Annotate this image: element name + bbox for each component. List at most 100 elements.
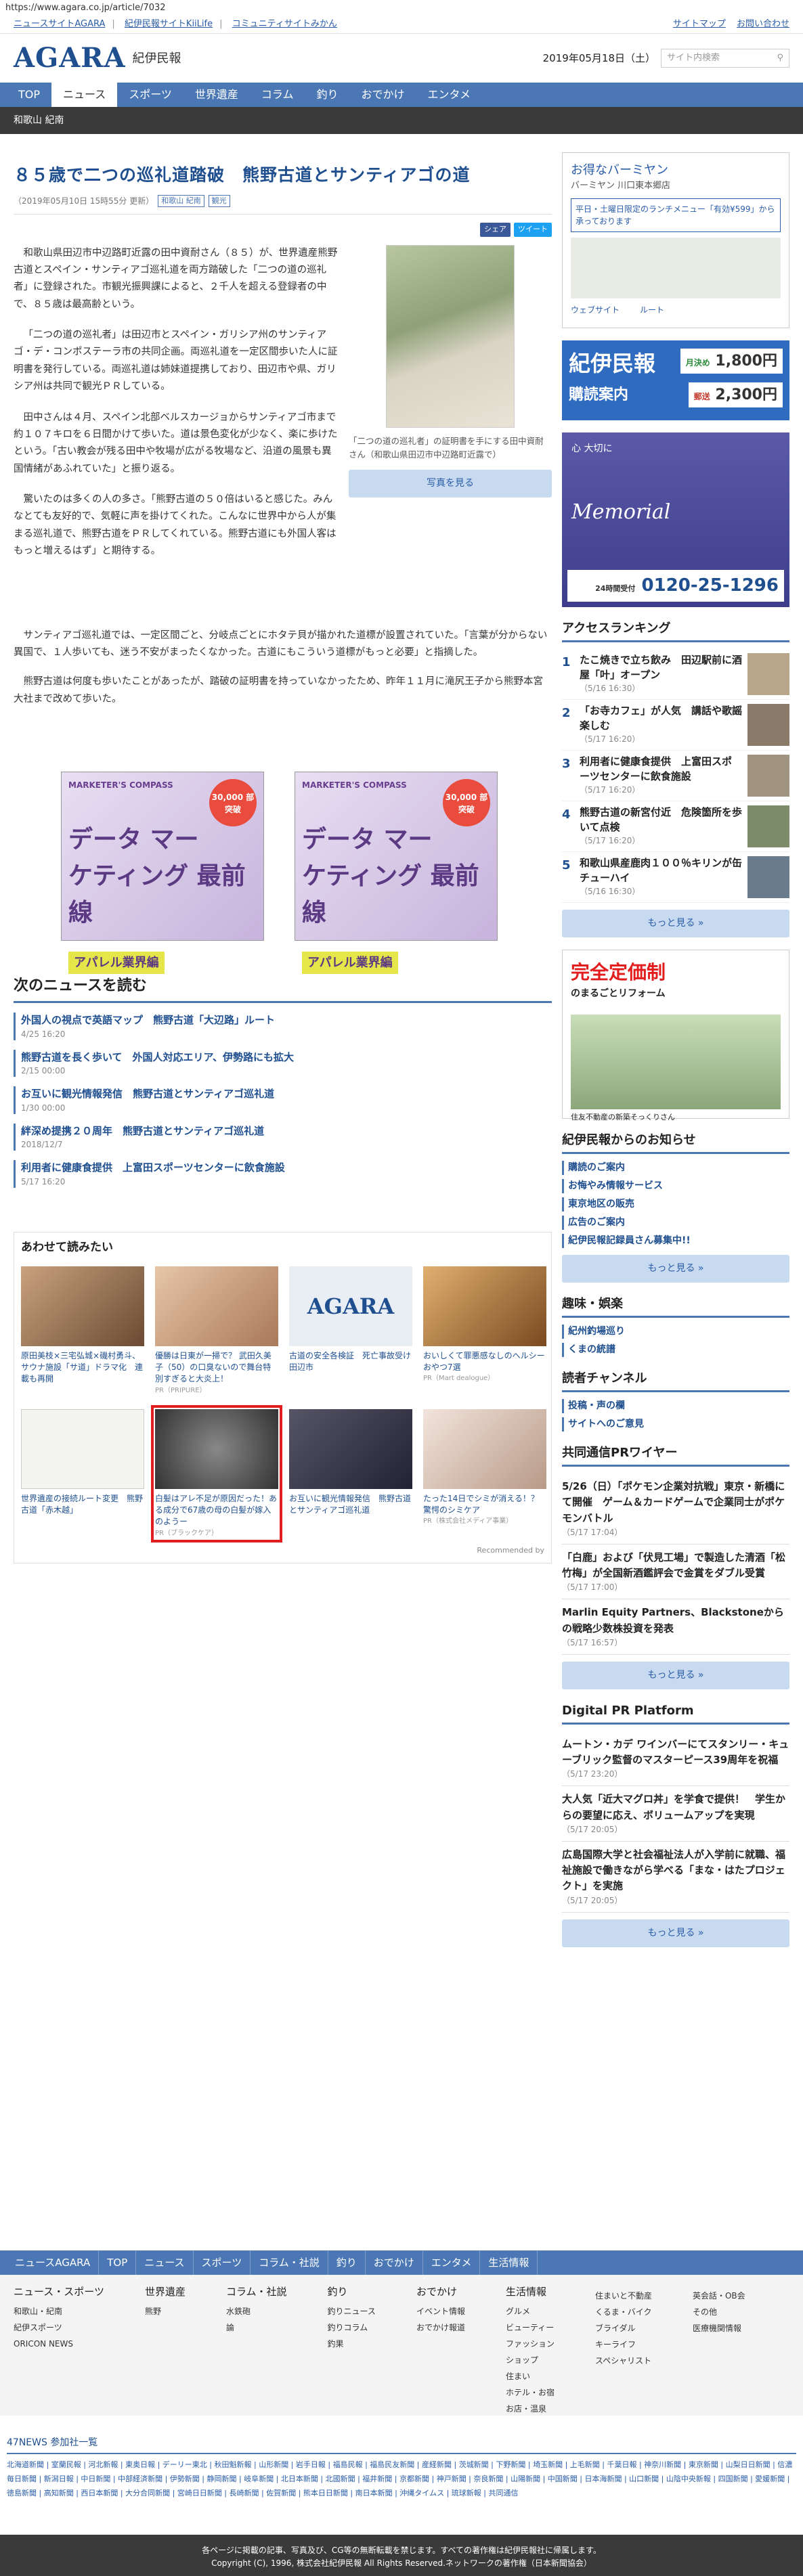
pr-item[interactable]: 5/26（日）「ポケモン企業対抗戦」東京・新橋にて開催 ゲーム＆カードゲームで企… xyxy=(562,1473,789,1545)
footer-link[interactable]: ORICON NEWS xyxy=(14,2338,104,2350)
search-input[interactable]: サイト内検索 ⚲ xyxy=(661,49,789,68)
nav-entertainment[interactable]: エンタメ xyxy=(416,83,482,107)
footer-link[interactable]: 和歌山・紀南 xyxy=(14,2305,104,2317)
footer-nav-item[interactable]: おでかけ xyxy=(366,2250,423,2275)
footer-link[interactable]: スペシャリスト xyxy=(595,2355,652,2367)
website-button[interactable]: ウェブサイト xyxy=(571,304,620,316)
notice-more-button[interactable]: もっと見る » xyxy=(562,1255,789,1283)
recommend-card[interactable]: 優勝は日東が一掃で？ 武田久美子（50）の口臭ないので舞台特別すぎると大炎上！ P… xyxy=(155,1266,278,1396)
nav-column[interactable]: コラム xyxy=(250,83,305,107)
link-agara[interactable]: ニュースサイトAGARA xyxy=(14,19,105,29)
ranking-item[interactable]: 5 和歌山県産鹿肉１００％キリンが缶チューハイ （5/16 16:30） xyxy=(562,852,789,903)
site-logo[interactable]: AGARA 紀伊民報 xyxy=(14,38,181,79)
inquiry-link[interactable]: お問い合わせ xyxy=(737,19,789,29)
recommend-card-highlighted[interactable]: 白髪はアレ不足が原因だった！ある成分で67歳の母の白髪が嫁入のようー PR（ブラッ… xyxy=(151,1404,282,1542)
next-news-item[interactable]: 絆深め提携２０周年 熊野古道とサンティアゴ巡礼道 2018/12/7 xyxy=(14,1123,552,1151)
footer-link[interactable]: 住まい xyxy=(506,2370,555,2382)
notice-link[interactable]: 購読のご案内 xyxy=(562,1161,789,1175)
link-kiilife[interactable]: 紀伊民報サイトKiiLife xyxy=(125,19,213,29)
footer-link[interactable]: 釣りコラム xyxy=(328,2322,376,2334)
footer-link[interactable]: 英会話・OB会 xyxy=(693,2290,745,2302)
next-news-item[interactable]: 利用者に健康食提供 上富田スポーツセンターに飲食施設 5/17 16:20 xyxy=(14,1160,552,1188)
footer-link[interactable]: ショップ xyxy=(506,2354,555,2366)
dpr-item[interactable]: 大人気「近大マグロ丼」を学食で提供！ 学生からの要望に応え、ボリュームアップを実… xyxy=(562,1786,789,1842)
footer-link[interactable]: 水鉄砲 xyxy=(226,2305,287,2317)
notice-link[interactable]: お悔やみ情報サービス xyxy=(562,1179,789,1193)
footer-link[interactable]: ブライダル xyxy=(595,2322,652,2334)
footer-link[interactable]: 釣りニュース xyxy=(328,2305,376,2317)
nav-top[interactable]: TOP xyxy=(7,83,51,107)
footer-link[interactable]: 熊野 xyxy=(145,2305,186,2317)
footer-nav-item[interactable]: スポーツ xyxy=(194,2250,251,2275)
footer-link[interactable]: その他 xyxy=(693,2306,745,2318)
sitemap-link[interactable]: サイトマップ xyxy=(673,19,726,29)
subscription-ad[interactable]: 紀伊民報 購読案内 月決め 1,800円 郵送 2,300円 xyxy=(562,340,789,420)
twitter-share-button[interactable]: ツイート xyxy=(514,223,552,237)
map-ad[interactable]: お得なバーミヤン バーミヤン 川口東本郷店 平日・土曜日限定のランチメニュー「有… xyxy=(562,152,789,328)
nav-fishing[interactable]: 釣り xyxy=(305,83,349,107)
footer-nav-item[interactable]: ニュースAGARA xyxy=(7,2250,100,2275)
footer-link[interactable]: キーライフ xyxy=(595,2338,652,2351)
recommend-card[interactable]: 原田美枝×三宅弘城×磯村勇斗、サウナ施設「サ道」ドラマ化 連載も再開 xyxy=(21,1266,144,1396)
footer-link[interactable]: 紀伊スポーツ xyxy=(14,2322,104,2334)
footer-nav-item[interactable]: 生活情報 xyxy=(480,2250,538,2275)
ranking-item[interactable]: 2 「お寺カフェ」が人気 講話や歌謡楽しむ （5/17 16:20） xyxy=(562,700,789,751)
tag-tourism[interactable]: 観光 xyxy=(208,194,230,207)
recommend-card[interactable]: お互いに観光情報発信 熊野古道とサンティアゴ巡礼道 xyxy=(289,1408,412,1538)
footer-link[interactable]: イベント情報 xyxy=(416,2305,465,2317)
notice-link[interactable]: 東京地区の販売 xyxy=(562,1197,789,1212)
dpr-item[interactable]: ムートン・カデ ワインバーにてスタンリー・キューブリック監督のマスターピース39… xyxy=(562,1731,789,1787)
footer-nav-item[interactable]: コラム・社説 xyxy=(251,2250,328,2275)
search-icon[interactable]: ⚲ xyxy=(777,51,783,65)
ranking-item[interactable]: 4 熊野古道の新宮付近 危険箇所を歩いて点検 （5/17 16:20） xyxy=(562,801,789,852)
next-news-item[interactable]: お互いに観光情報発信 熊野古道とサンティアゴ巡礼道 1/30 00:00 xyxy=(14,1086,552,1114)
recommend-card[interactable]: 世界遺産の接続ルート変更 熊野古道「赤木越」 xyxy=(21,1408,144,1538)
nav-news[interactable]: ニュース xyxy=(51,83,118,107)
next-news-item[interactable]: 熊野古道を長く歩いて 外国人対応エリア、伊勢路にも拡大 2/15 00:00 xyxy=(14,1049,552,1077)
dpr-item[interactable]: 広島国際大学と社会福祉法人が入学前に就職、福祉施設で働きながら学べる「まな・はた… xyxy=(562,1842,789,1913)
reform-ad[interactable]: 完全定価制 のまるごとリフォーム 住友不動産の新築そっくりさん xyxy=(562,950,789,1122)
next-news-item[interactable]: 外国人の視点で英語マップ 熊野古道「大辺路」ルート 4/25 16:20 xyxy=(14,1013,552,1040)
recommend-card[interactable]: おいしくて罪悪感なしのヘルシーおやつ7選 PR（Mart dealogue） xyxy=(423,1266,546,1396)
reader-link[interactable]: 投稿・声の欄 xyxy=(562,1399,789,1413)
route-button[interactable]: ルート xyxy=(640,304,664,316)
footer-link[interactable]: 医療機関情報 xyxy=(693,2322,745,2334)
recommend-card[interactable]: AGARA 古道の安全各検証 死亡事故受け田辺市 xyxy=(289,1266,412,1396)
footer-link[interactable]: お店・温泉 xyxy=(506,2403,555,2415)
footer-nav-item[interactable]: TOP xyxy=(99,2250,137,2275)
footer-nav-item[interactable]: ニュース xyxy=(136,2250,194,2275)
memorial-ad[interactable]: 心 大切に Memorial 24時間受付 0120-25-1296 xyxy=(562,432,789,607)
47news-heading[interactable]: 47NEWS 参加社一覧 xyxy=(7,2433,796,2454)
article-photo[interactable] xyxy=(386,244,515,428)
notice-link[interactable]: 広告のご案内 xyxy=(562,1216,789,1230)
footer-link[interactable]: くるま・バイク xyxy=(595,2306,652,2318)
footer-link[interactable]: おでかけ報道 xyxy=(416,2322,465,2334)
ad-banner[interactable]: 30,000 部突破 MARKETER'S COMPASS データ マーケティン… xyxy=(295,772,498,974)
notice-link[interactable]: 紀伊民報記録員さん募集中!! xyxy=(562,1234,789,1248)
pr-more-button[interactable]: もっと見る » xyxy=(562,1661,789,1689)
footer-link[interactable]: 住まいと不動産 xyxy=(595,2290,652,2302)
recommend-card[interactable]: たった14日でシミが消える！？驚愕のシミケア PR（株式会社メディア事業） xyxy=(423,1408,546,1538)
ranking-item[interactable]: 1 たこ焼きで立ち飲み 田辺駅前に酒屋「叶」オープン （5/16 16:30） xyxy=(562,649,789,700)
tag-region[interactable]: 和歌山 紀南 xyxy=(158,194,204,207)
subnav-item[interactable]: 和歌山 紀南 xyxy=(14,115,64,126)
footer-link[interactable]: ホテル・お宿 xyxy=(506,2386,555,2399)
footer-link[interactable]: ビューティー xyxy=(506,2322,555,2334)
nav-sports[interactable]: スポーツ xyxy=(117,83,183,107)
footer-link[interactable]: 釣果 xyxy=(328,2338,376,2350)
reader-link[interactable]: サイトへのご意見 xyxy=(562,1417,789,1431)
member-papers[interactable]: 北海道新聞 | 室蘭民報 | 河北新報 | 東奥日報 | デーリー東北 | 秋田… xyxy=(7,2458,796,2501)
ranking-item[interactable]: 3 利用者に健康食提供 上富田スポーツセンターに飲食施設 （5/17 16:20） xyxy=(562,751,789,801)
nav-outing[interactable]: おでかけ xyxy=(349,83,416,107)
nav-heritage[interactable]: 世界遺産 xyxy=(183,83,250,107)
pr-item[interactable]: 「白鹿」および「伏見工場」で製造した清酒「松竹梅」が全国新酒鑑評会で金賞をダブル… xyxy=(562,1545,789,1600)
footer-link[interactable]: 論 xyxy=(226,2322,287,2334)
footer-link[interactable]: グルメ xyxy=(506,2305,555,2317)
footer-link[interactable]: ファッション xyxy=(506,2338,555,2350)
ad-banner[interactable]: 30,000 部突破 MARKETER'S COMPASS データ マーケティン… xyxy=(61,772,264,974)
ranking-more-button[interactable]: もっと見る » xyxy=(562,910,789,937)
link-mikan[interactable]: コミュニティサイトみかん xyxy=(232,19,337,29)
footer-nav-item[interactable]: 釣り xyxy=(328,2250,366,2275)
pr-item[interactable]: Marlin Equity Partners、Blackstoneからの戦略少数… xyxy=(562,1599,789,1655)
footer-nav-item[interactable]: エンタメ xyxy=(423,2250,481,2275)
